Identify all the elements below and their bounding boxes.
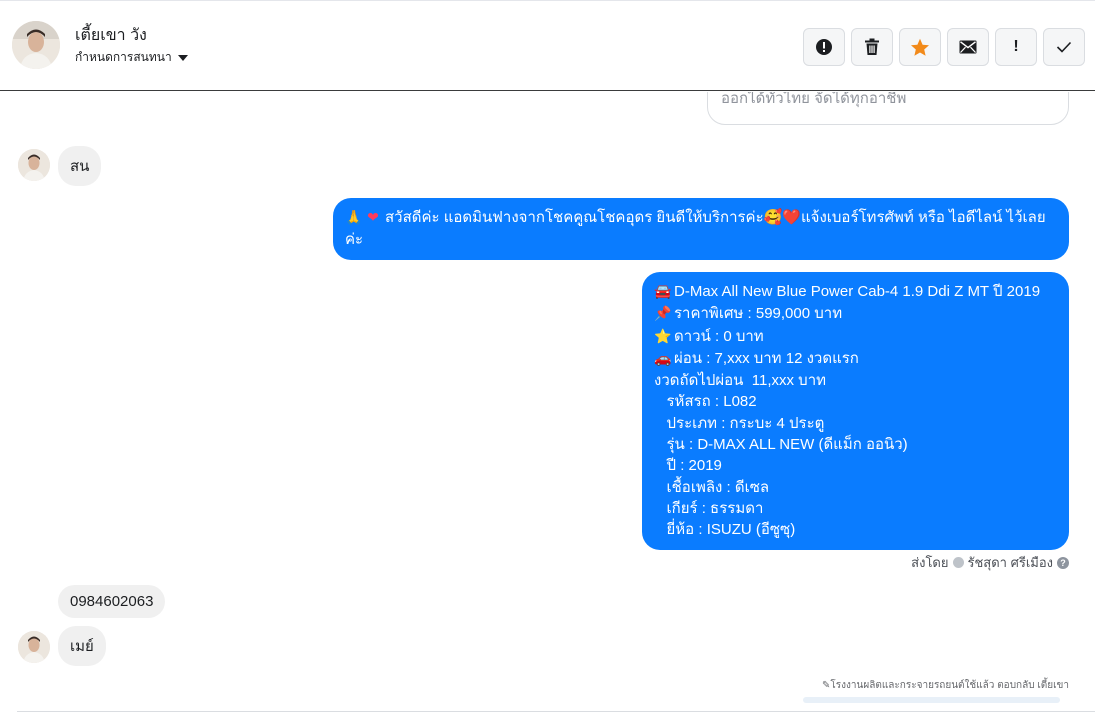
pushpin-icon: 📌 [654,306,672,323]
star-emoji-icon: ⭐ [654,328,672,345]
contact-name[interactable]: เตี้ยเขา วัง [75,23,147,48]
sent-by-prefix: ส่งโดย [911,555,949,570]
typing-indicator-placeholder [803,697,1060,703]
sender-avatar [18,631,50,663]
listing-fuel: เชื้อเพลิง : ดีเซล [654,478,770,496]
listing-installment: ผ่อน : 7,xxx บาท 12 งวดแรก [674,349,859,367]
listing-brand: ยี่ห้อ : ISUZU (อีซูซุ) [654,521,796,539]
action-toolbar: ! [803,28,1085,66]
listing-next-installment: งวดถัดไปผ่อน 11,xxx บาท [654,372,827,390]
outgoing-message-bubble[interactable]: 🙏 ❤ สวัสดีค่ะ แอดมินฟางจากโชคคูณโชคอุดร ยิ… [333,198,1069,260]
car-icon: 🚘 [654,284,672,300]
incoming-message-bubble[interactable]: เมย์ [58,626,106,666]
listing-title-line: 🚘 D-Max All New Blue Power Cab-4 1.9 Ddi … [654,281,1057,303]
trash-icon [865,38,879,55]
exclamation-icon: ! [1013,38,1019,55]
pray-icon: 🙏 [345,210,363,226]
divider [17,711,1095,712]
report-spam-button[interactable] [803,28,845,66]
alert-circle-icon [816,39,832,55]
star-icon [911,38,929,56]
agent-status-icon [952,557,964,568]
heart-icon: ❤ [367,210,379,226]
listing-car-code: รหัสรถ : L082 [654,393,757,411]
listing-price: ราคาพิเศษ : 599,000 บาท [674,305,843,323]
listing-gear: เกียร์ : ธรรมดา [654,499,764,517]
listing-down-line: ⭐ ดาวน์ : 0 บาท [654,326,1057,348]
sent-by-name[interactable]: รัชสุดา ศรีเมือง [968,552,1054,573]
incoming-message-bubble[interactable]: สน [58,146,102,186]
sent-by-label: ส่งโดย รัชสุดา ศรีเมือง ? [911,552,1069,573]
listing-year: ปี : 2019 [654,457,722,475]
page-attribution: ✎โรงงานผลิตและกระจายรถยนต์ใช้แล้ว ตอบกลั… [822,678,1069,693]
previous-message-text: ออกได้ทั่วไทย จัดได้ทุกอาชีพ [721,92,907,107]
mark-unread-button[interactable] [947,28,989,66]
sender-avatar [18,149,50,181]
listing-type: ประเภท : กระบะ 4 ประตู [654,414,825,432]
envelope-icon [959,40,977,54]
checkmark-icon [1056,41,1072,53]
previous-message-bubble: ออกได้ทั่วไทย จัดได้ทุกอาชีพ [707,92,1069,125]
incoming-message-bubble[interactable]: 0984602063 [58,585,166,618]
assign-conversation-dropdown[interactable]: กำหนดการสนทนา [75,48,188,67]
red-car-icon: 🚗 [654,350,672,367]
listing-down: ดาวน์ : 0 บาท [674,327,764,345]
listing-model: รุ่น : D-MAX ALL NEW (ดีแม็ก ออนิว) [654,436,908,454]
assign-label: กำหนดการสนทนา [75,50,172,64]
contact-avatar[interactable] [12,21,60,69]
flag-button[interactable]: ! [995,28,1037,66]
messenger-window: เตี้ยเขา วัง กำหนดการสนทนา ! ออกได้ทั่วไ… [0,0,1095,713]
listing-installment-line: 🚗 ผ่อน : 7,xxx บาท 12 งวดแรก [654,348,1057,370]
car-listing-message-bubble[interactable]: 🚘 D-Max All New Blue Power Cab-4 1.9 Ddi … [642,272,1069,550]
caret-down-icon [177,55,188,61]
message-line: ค่ะ [345,231,364,249]
page-attribution-text: โรงงานผลิตและกระจายรถยนต์ใช้แล้ว ตอบกลับ… [830,680,1069,691]
greeting-text: สวัสดีค่ะ แอดมินฟางจากโชคคูณโชคอุดร ยินด… [385,209,1046,226]
mark-done-button[interactable] [1043,28,1085,66]
help-icon[interactable]: ? [1057,556,1069,569]
message-line: 🙏 ❤ สวัสดีค่ะ แอดมินฟางจากโชคคูณโชคอุดร ยิ… [345,207,1057,229]
conversation-header: เตี้ยเขา วัง กำหนดการสนทนา ! [0,1,1095,91]
star-button[interactable] [899,28,941,66]
listing-price-line: 📌 ราคาพิเศษ : 599,000 บาท [654,303,1057,325]
listing-title: D-Max All New Blue Power Cab-4 1.9 Ddi Z… [674,283,1041,300]
message-thread[interactable]: ออกได้ทั่วไทย จัดได้ทุกอาชีพ สน 🙏 ❤ สวัสดี… [0,92,1095,713]
delete-button[interactable] [851,28,893,66]
